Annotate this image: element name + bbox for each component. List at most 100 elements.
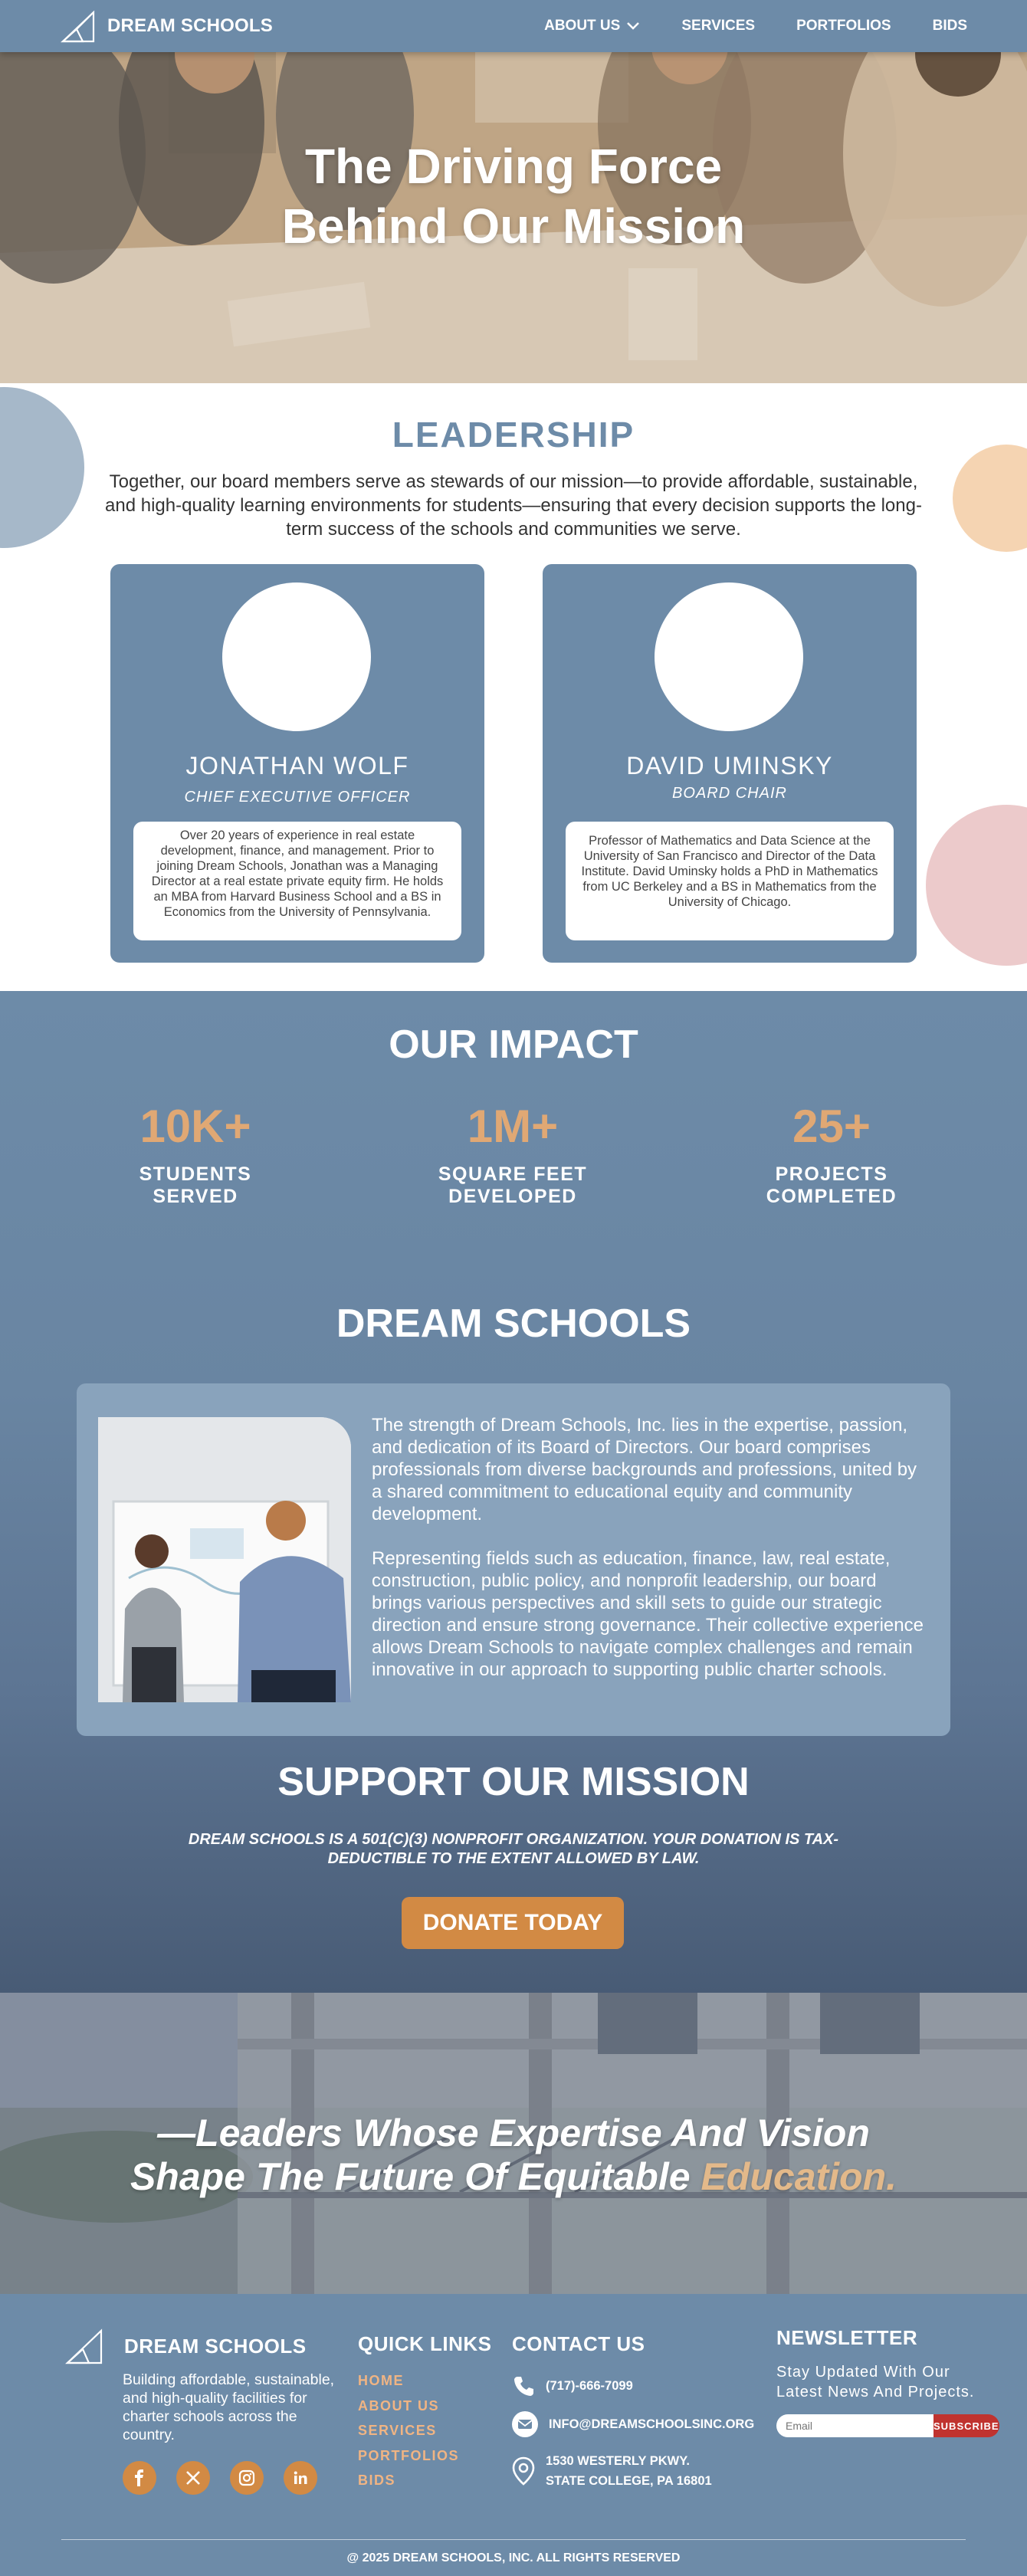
nav-menu: ABOUT US SERVICES PORTFOLIOS BIDS: [544, 18, 967, 34]
decorative-circle-blue: [0, 387, 84, 548]
stat-label-line2: SERVED: [153, 1186, 238, 1207]
stat-projects: 25+ PROJECTS COMPLETED: [705, 1100, 958, 1208]
address-line1: 1530 WESTERLY PKWY.: [546, 2454, 690, 2468]
nav-services[interactable]: SERVICES: [681, 18, 755, 34]
footer-brand-body: Building affordable, sustainable, and hi…: [123, 2371, 345, 2495]
hero-title: The Driving Force Behind Our Mission: [0, 136, 1027, 256]
leader-name: JONATHAN WOLF: [185, 752, 409, 779]
about-paragraph: The strength of Dream Schools, Inc. lies…: [372, 1415, 917, 1524]
nav-bids[interactable]: BIDS: [933, 18, 967, 34]
about-text: The strength of Dream Schools, Inc. lies…: [372, 1414, 931, 1681]
stat-label-line2: DEVELOPED: [448, 1186, 577, 1207]
logo-icon: [65, 2328, 103, 2364]
newsletter-title: NEWSLETTER: [776, 2326, 918, 2349]
leader-card: JONATHAN WOLF CHIEF EXECUTIVE OFFICER Ov…: [110, 564, 484, 963]
leader-bio: Professor of Mathematics and Data Scienc…: [566, 822, 894, 940]
subscribe-button[interactable]: SUBSCRIBE: [933, 2414, 999, 2437]
about-card: The strength of Dream Schools, Inc. lies…: [77, 1383, 950, 1736]
stat-value: 1M+: [467, 1101, 559, 1152]
footer-link-home[interactable]: HOME: [358, 2368, 504, 2394]
decorative-circle-pink: [926, 805, 1027, 966]
footer-link-portfolios[interactable]: PORTFOLIOS: [358, 2443, 504, 2469]
decorative-circle-peach: [953, 445, 1027, 552]
brand-logo-link[interactable]: DREAM SCHOOLS: [60, 9, 273, 43]
footer-divider: [61, 2539, 966, 2540]
stat-label: STUDENTS SERVED: [69, 1163, 322, 1208]
location-pin-icon: [512, 2456, 535, 2486]
donate-button[interactable]: DONATE TODAY: [402, 1897, 624, 1949]
nav-about-us[interactable]: ABOUT US: [544, 18, 640, 34]
email-icon: [512, 2411, 538, 2437]
phone-icon: [514, 2377, 533, 2396]
footer-link-about-us[interactable]: ABOUT US: [358, 2394, 504, 2419]
leader-photo: [655, 582, 803, 731]
x-twitter-link[interactable]: [176, 2461, 210, 2495]
brand-name: DREAM SCHOOLS: [107, 15, 273, 36]
copyright-text: @ 2025 DREAM SCHOOLS, INC. ALL RIGHTS RE…: [346, 2551, 681, 2565]
x-icon: [186, 2471, 200, 2485]
footer-link-services[interactable]: SERVICES: [358, 2418, 504, 2443]
stat-label: SQUARE FEET DEVELOPED: [386, 1163, 639, 1208]
stat-label-line1: SQUARE FEET: [438, 1163, 588, 1185]
newsletter-email-input[interactable]: [776, 2414, 933, 2437]
footer-newsletter: NEWSLETTER Stay Updated With Our Latest …: [776, 2326, 999, 2437]
contact-email[interactable]: INFO@DREAMSCHOOLSINC.ORG: [512, 2411, 773, 2437]
address-line2: STATE COLLEGE, PA 16801: [546, 2474, 712, 2488]
quick-links-title: QUICK LINKS: [358, 2332, 492, 2355]
footer-contact: CONTACT US (717)-666-7099 INFO@DREAMSCHO…: [512, 2332, 773, 2491]
leadership-section: LEADERSHIP Together, our board members s…: [0, 383, 1027, 991]
contact-address: 1530 WESTERLY PKWY. STATE COLLEGE, PA 16…: [512, 2451, 773, 2491]
whiteboard-illustration: [98, 1417, 351, 1702]
nav-about-us-label: ABOUT US: [544, 18, 621, 34]
facebook-icon: [135, 2469, 143, 2486]
quick-links-list: HOME ABOUT US SERVICES PORTFOLIOS BIDS: [358, 2368, 504, 2493]
leadership-title: LEADERSHIP: [392, 415, 635, 454]
footer-link-bids[interactable]: BIDS: [358, 2468, 504, 2493]
support-note: DREAM SCHOOLS IS A 501(C)(3) NONPROFIT O…: [188, 1831, 839, 1867]
impact-section: OUR IMPACT 10K+ STUDENTS SERVED 1M+ SQUA…: [0, 991, 1027, 1993]
newsletter-description: Stay Updated With Our Latest News And Pr…: [776, 2364, 975, 2400]
hero-title-line1: The Driving Force: [304, 139, 723, 194]
quote-period: .: [886, 2155, 897, 2198]
quote-line2: Shape The Future Of Equitable Education.: [0, 2155, 1027, 2199]
hero-title-line2: Behind Our Mission: [281, 199, 746, 254]
quote-line2-main: Shape The Future Of Equitable: [130, 2155, 701, 2198]
leader-name: DAVID UMINSKY: [626, 752, 833, 779]
facebook-link[interactable]: [123, 2461, 156, 2495]
stat-label-line1: PROJECTS: [775, 1163, 888, 1185]
linkedin-icon: [294, 2471, 307, 2484]
leader-bio: Over 20 years of experience in real esta…: [133, 822, 461, 940]
stat-students: 10K+ STUDENTS SERVED: [69, 1100, 322, 1208]
logo-icon: [61, 10, 95, 43]
leadership-intro: Together, our board members serve as ste…: [105, 471, 922, 540]
footer-quick-links: QUICK LINKS HOME ABOUT US SERVICES PORTF…: [358, 2332, 504, 2493]
quote-accent-word: Education: [701, 2155, 887, 2198]
about-title: DREAM SCHOOLS: [336, 1301, 691, 1346]
contact-title: CONTACT US: [512, 2332, 645, 2355]
linkedin-link[interactable]: [284, 2461, 317, 2495]
stat-square-feet: 1M+ SQUARE FEET DEVELOPED: [386, 1100, 639, 1208]
footer-brand: DREAM SCHOOLS: [64, 2328, 348, 2364]
board-meeting-photo: [98, 1417, 351, 1702]
quote-banner: —Leaders Whose Expertise And Vision Shap…: [0, 1993, 1027, 2294]
footer-description: Building affordable, sustainable, and hi…: [123, 2371, 335, 2443]
footer-brand-name: DREAM SCHOOLS: [124, 2334, 307, 2358]
support-title: SUPPORT OUR MISSION: [277, 1760, 750, 1804]
leader-photo: [222, 582, 371, 731]
leader-role: CHIEF EXECUTIVE OFFICER: [184, 789, 411, 806]
nav-portfolios[interactable]: PORTFOLIOS: [796, 18, 891, 34]
leader-role: BOARD CHAIR: [672, 785, 787, 802]
about-paragraph: Representing fields such as education, f…: [372, 1548, 924, 1680]
quote-line1: —Leaders Whose Expertise And Vision: [157, 2112, 870, 2154]
contact-phone-text: (717)-666-7099: [546, 2379, 633, 2393]
site-footer: DREAM SCHOOLS Building affordable, susta…: [0, 2294, 1027, 2576]
instagram-link[interactable]: [230, 2461, 264, 2495]
leader-card: DAVID UMINSKY BOARD CHAIR Professor of M…: [543, 564, 917, 963]
chevron-down-icon: [627, 22, 640, 30]
contact-phone[interactable]: (717)-666-7099: [512, 2374, 773, 2397]
instagram-icon: [238, 2469, 255, 2486]
stat-value: 25+: [792, 1101, 871, 1152]
hero-banner: The Driving Force Behind Our Mission: [0, 0, 1027, 383]
impact-title: OUR IMPACT: [389, 1022, 638, 1067]
stat-label-line2: COMPLETED: [766, 1186, 897, 1207]
